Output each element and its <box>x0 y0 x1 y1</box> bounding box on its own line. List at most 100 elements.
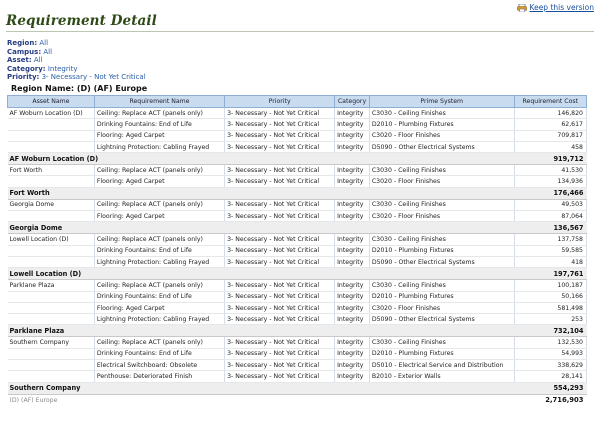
subtotal-label: Fort Worth <box>7 186 515 200</box>
category-cell: Integrity <box>334 175 370 188</box>
table-row: Lightning Protection: Cabling Frayed 3- N… <box>7 141 588 154</box>
prime-system-cell: C3030 - Ceiling Finishes <box>369 164 515 177</box>
requirement-name-cell: Flooring: Aged Carpet <box>94 210 226 223</box>
prime-system-cell: C3030 - Ceiling Finishes <box>369 233 515 246</box>
priority-cell: 3- Necessary - Not Yet Critical <box>224 141 336 154</box>
subtotal-value: 554,293 <box>514 381 587 395</box>
category-cell: Integrity <box>334 107 370 120</box>
priority-cell: 3- Necessary - Not Yet Critical <box>224 279 336 292</box>
prime-system-cell: D2010 - Plumbing Fixtures <box>369 245 515 257</box>
prime-system-cell: C3020 - Floor Finishes <box>369 210 515 223</box>
prime-system-cell: D2010 - Plumbing Fixtures <box>369 118 515 131</box>
asset-name-cell: Parklane Plaza <box>7 279 95 292</box>
subtotal-label: Parklane Plaza <box>7 324 515 338</box>
asset-name-cell <box>7 175 95 188</box>
priority-cell: 3- Necessary - Not Yet Critical <box>224 336 336 349</box>
subtotal-value: 919,712 <box>514 152 587 166</box>
category-cell: Integrity <box>334 256 370 269</box>
asset-name-cell: Southern Company <box>7 336 95 349</box>
asset-name-cell <box>7 302 95 315</box>
category-cell: Integrity <box>334 313 370 326</box>
requirement-cost-cell: 100,187 <box>514 279 588 292</box>
filter-row: Asset: All <box>7 56 146 65</box>
subtotal-label: Lowell Location (D) <box>7 267 515 281</box>
requirement-cost-cell: 134,936 <box>514 175 588 188</box>
requirement-table: Asset Name Requirement Name Priority Cat… <box>7 95 588 406</box>
prime-system-cell: D5090 - Other Electrical Systems <box>369 256 515 269</box>
subtotal-row: Lowell Location (D) 197,761 <box>7 267 587 281</box>
filter-label: Asset: <box>7 56 32 65</box>
subtotal-row: Southern Company 554,293 <box>7 381 587 395</box>
filter-summary: Region: All Campus: All Asset: All Category… <box>7 39 146 82</box>
column-header-category: Category <box>334 95 370 108</box>
filter-row: Priority: 3- Necessary - Not Yet Critica… <box>7 73 146 82</box>
category-cell: Integrity <box>334 210 370 223</box>
prime-system-cell: C3030 - Ceiling Finishes <box>369 107 515 120</box>
subtotal-value: 732,104 <box>514 324 587 338</box>
prime-system-cell: D5090 - Other Electrical Systems <box>369 141 515 154</box>
asset-name-cell <box>7 348 95 361</box>
subtotal-label: Georgia Dome <box>7 221 515 235</box>
asset-name-cell <box>7 359 95 372</box>
table-row: Flooring: Aged Carpet 3- Necessary - Not … <box>7 210 588 223</box>
asset-name-cell <box>7 210 95 223</box>
filter-row: Category: Integrity <box>7 65 146 74</box>
requirement-cost-cell: 146,820 <box>514 107 588 120</box>
subtotal-row: Fort Worth 176,466 <box>7 186 587 200</box>
prime-system-cell: C3030 - Ceiling Finishes <box>369 279 515 292</box>
subtotal-value: 176,466 <box>514 186 587 200</box>
table-row: Penthouse: Deteriorated Finish 3- Necessa… <box>7 370 588 383</box>
requirement-cost-cell: 54,993 <box>514 348 588 361</box>
prime-system-cell: C3020 - Floor Finishes <box>369 302 515 315</box>
requirement-name-cell: Lightning Protection: Cabling Frayed <box>94 256 226 269</box>
column-header-requirement-name: Requirement Name <box>93 95 226 108</box>
priority-cell: 3- Necessary - Not Yet Critical <box>224 291 336 303</box>
table-row: Flooring: Aged Carpet 3- Necessary - Not … <box>7 130 588 142</box>
requirement-name-cell: Flooring: Aged Carpet <box>94 302 226 315</box>
priority-cell: 3- Necessary - Not Yet Critical <box>224 199 336 212</box>
subtotal-label: Southern Company <box>7 381 515 395</box>
category-cell: Integrity <box>334 348 370 361</box>
filter-value: 3- Necessary - Not Yet Critical <box>41 73 146 82</box>
grand-total-value: 2,716,903 <box>545 396 584 405</box>
asset-name-cell: AF Woburn Location (D) <box>7 107 95 120</box>
filter-label: Priority: <box>7 73 40 82</box>
asset-name-cell <box>7 313 95 326</box>
table-row: Lowell Location (D) Ceiling: Replace ACT … <box>7 233 588 246</box>
category-cell: Integrity <box>334 245 370 257</box>
table-row: Drinking Fountains: End of Life 3- Necess… <box>7 118 588 131</box>
page-title: Requirement Detail <box>6 13 157 29</box>
filter-value: All <box>43 47 53 56</box>
table-row: Drinking Fountains: End of Life 3- Necess… <box>7 245 588 257</box>
filter-label: Category: <box>7 64 46 73</box>
table-row: Flooring: Aged Carpet 3- Necessary - Not … <box>7 302 588 315</box>
filter-row: Campus: All <box>7 48 146 57</box>
priority-cell: 3- Necessary - Not Yet Critical <box>224 175 336 188</box>
priority-cell: 3- Necessary - Not Yet Critical <box>224 130 336 142</box>
table-row: Electrical Switchboard: Obsolete 3- Neces… <box>7 359 588 372</box>
priority-cell: 3- Necessary - Not Yet Critical <box>224 118 336 131</box>
category-cell: Integrity <box>334 130 370 142</box>
asset-name-cell <box>7 130 95 142</box>
printer-icon <box>516 3 527 12</box>
priority-cell: 3- Necessary - Not Yet Critical <box>224 233 336 246</box>
column-header-prime-system: Prime System <box>368 95 515 108</box>
priority-cell: 3- Necessary - Not Yet Critical <box>224 348 336 361</box>
table-row: Lightning Protection: Cabling Frayed 3- N… <box>7 313 588 326</box>
asset-name-cell: Fort Worth <box>7 164 95 177</box>
keep-this-version-link[interactable]: Keep this version <box>516 3 594 12</box>
grand-total-row: (D) (AF) Europe 2,716,903 <box>8 394 587 406</box>
keep-this-version-label[interactable]: Keep this version <box>530 3 594 12</box>
region-heading: Region Name: (D) (AF) Europe <box>11 84 148 93</box>
table-row: Georgia Dome Ceiling: Replace ACT (panels… <box>7 199 588 212</box>
requirement-name-cell: Drinking Fountains: End of Life <box>94 245 226 257</box>
requirement-cost-cell: 709,817 <box>514 130 588 142</box>
category-cell: Integrity <box>334 291 370 303</box>
requirement-cost-cell: 458 <box>514 141 588 154</box>
subtotal-row: AF Woburn Location (D) 919,712 <box>7 152 587 166</box>
prime-system-cell: B2010 - Exterior Walls <box>369 370 515 383</box>
filter-label: Region: <box>7 39 38 47</box>
subtotal-row: Parklane Plaza 732,104 <box>7 324 587 338</box>
requirement-name-cell: Drinking Fountains: End of Life <box>94 291 226 303</box>
asset-name-cell: Lowell Location (D) <box>7 233 95 246</box>
